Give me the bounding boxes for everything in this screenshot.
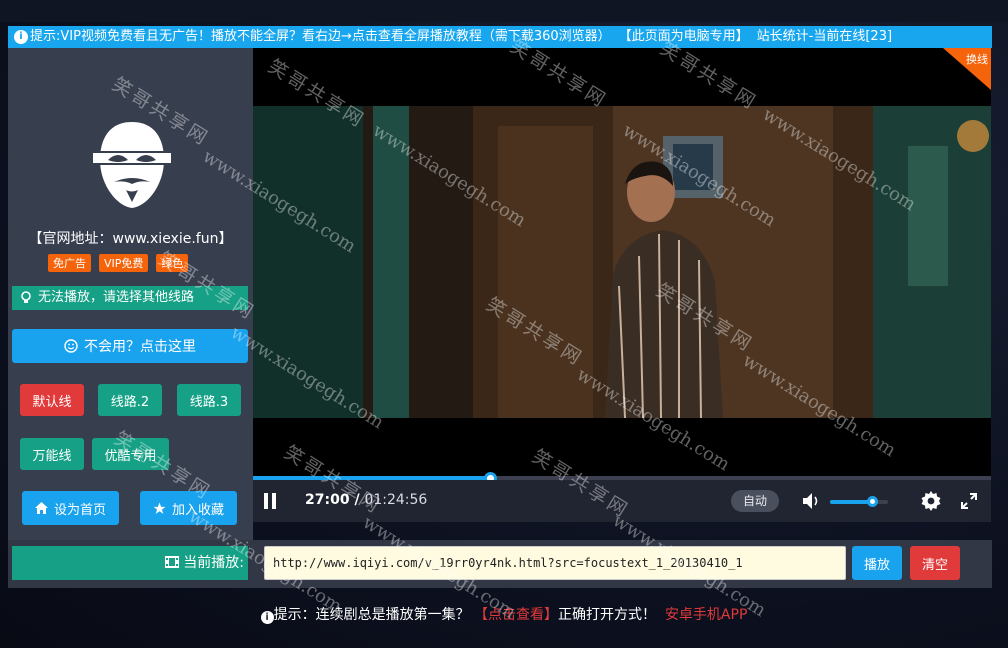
pause-icon[interactable]	[263, 493, 277, 509]
current-time: 27:00	[305, 492, 350, 508]
tag-vip-free: VIP免费	[99, 254, 149, 272]
video-frame	[253, 106, 991, 418]
help-button-label: 不会用？点击这里	[84, 339, 196, 355]
help-button[interactable]: 不会用？点击这里	[12, 329, 248, 363]
switch-line-ribbon[interactable]: 换线	[943, 48, 991, 90]
line-2-button[interactable]: 线路.2	[98, 384, 162, 416]
now-playing-label: 当前播放:	[12, 546, 248, 580]
line-default-button[interactable]: 默认线	[20, 384, 84, 416]
switch-line-label: 换线	[966, 53, 988, 66]
smile-icon	[64, 339, 78, 353]
add-favorite-button[interactable]: 加入收藏	[140, 491, 237, 525]
fullscreen-icon[interactable]	[961, 493, 977, 509]
video-player[interactable]: 换线 27:00 / 01:24:56 自动	[253, 48, 991, 522]
quality-auto-button[interactable]: 自动	[731, 490, 779, 512]
anonymous-mask-icon	[92, 122, 172, 208]
notice-text[interactable]: 提示:VIP视频免费看且无广告！播放不能全屏？看右边→点击查看全屏播放教程（需下…	[30, 29, 611, 44]
site-url: 【官网地址：www.xiexie.fun】	[28, 231, 233, 247]
footer-tip-text-2: 正确打开方式！	[558, 607, 657, 623]
now-playing-text: 当前播放:	[183, 555, 244, 571]
volume-fill	[830, 500, 872, 504]
notice-pc-only: 【此页面为电脑专用】	[618, 29, 749, 44]
volume-handle[interactable]	[866, 496, 878, 507]
feature-tags: 免广告 VIP免费 绿色	[48, 254, 189, 272]
top-strip	[0, 0, 1008, 22]
footer-tip: i 提示：连续剧总是播放第一集？ 【点击查看】正确打开方式！ 安卓手机APP	[0, 604, 1008, 624]
video-url-input[interactable]	[264, 546, 846, 580]
info-circle-icon: i	[14, 30, 28, 44]
android-app-link[interactable]: 安卓手机APP	[665, 607, 747, 623]
sidebar: 【官网地址：www.xiexie.fun】 免广告 VIP免费 绿色 无法播放，…	[8, 48, 253, 588]
time-separator: /	[354, 492, 360, 508]
volume-icon[interactable]	[803, 493, 821, 509]
play-button[interactable]: 播放	[852, 546, 902, 580]
line-universal-button[interactable]: 万能线	[20, 438, 84, 470]
playback-warning: 无法播放，请选择其他线路	[12, 286, 248, 310]
add-favorite-label: 加入收藏	[171, 502, 224, 518]
set-homepage-button[interactable]: 设为首页	[22, 491, 119, 525]
lightbulb-icon	[21, 291, 31, 303]
clear-button[interactable]: 清空	[910, 546, 960, 580]
line-3-button[interactable]: 线路.3	[177, 384, 241, 416]
set-homepage-label: 设为首页	[53, 502, 106, 518]
star-icon	[153, 502, 166, 514]
url-bar: 当前播放: 播放 清空	[8, 540, 992, 588]
volume-slider[interactable]	[830, 496, 888, 507]
tag-no-ads: 免广告	[48, 254, 91, 272]
info-circle-icon: i	[260, 611, 274, 624]
footer-tip-text: 提示：连续剧总是播放第一集？	[273, 607, 470, 623]
home-icon	[34, 502, 48, 514]
player-controls: 27:00 / 01:24:56 自动	[253, 480, 991, 522]
warning-text: 无法播放，请选择其他线路	[38, 290, 195, 305]
tag-green: 绿色	[156, 254, 189, 272]
gear-icon[interactable]	[921, 491, 941, 511]
time-display: 27:00 / 01:24:56	[305, 492, 427, 508]
notice-bar: i 提示:VIP视频免费看且无广告！播放不能全屏？看右边→点击查看全屏播放教程（…	[8, 26, 992, 48]
notice-stats[interactable]: 站长统计-当前在线[23]	[757, 29, 892, 44]
film-icon	[164, 556, 179, 568]
total-time: 01:24:56	[364, 492, 428, 508]
footer-view-link[interactable]: 【点击查看】	[474, 607, 558, 623]
line-youku-button[interactable]: 优酷专用	[92, 438, 169, 470]
